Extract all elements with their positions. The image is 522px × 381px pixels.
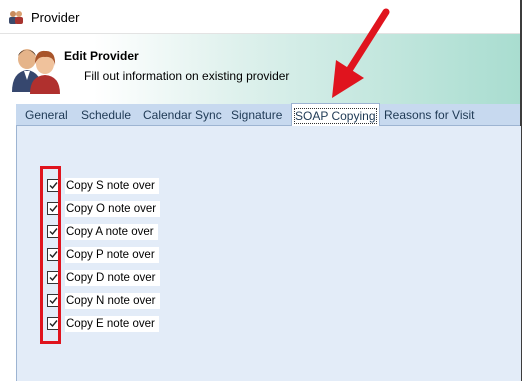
title-bar: Provider — [0, 0, 522, 34]
header-title: Edit Provider — [64, 49, 139, 63]
users-icon — [9, 11, 23, 24]
tab-general[interactable]: General — [25, 104, 68, 126]
checkbox-label: Copy D note over — [65, 270, 160, 286]
checkbox-label: Copy O note over — [65, 201, 161, 217]
checkbox-label: Copy A note over — [65, 224, 158, 240]
red-arrow-icon — [332, 8, 390, 98]
checkbox-label: Copy P note over — [65, 247, 159, 263]
highlight-box — [40, 166, 61, 344]
users-icon — [12, 49, 60, 94]
header-banner: Edit Provider Fill out information on ex… — [0, 34, 520, 104]
window-title: Provider — [31, 10, 80, 25]
checkbox-label: Copy E note over — [65, 316, 159, 332]
checkbox-label: Copy N note over — [65, 293, 160, 309]
tab-reasons-for-visit[interactable]: Reasons for Visit — [384, 104, 475, 126]
header-subtitle: Fill out information on existing provide… — [84, 69, 290, 83]
tab-signature[interactable]: Signature — [231, 104, 282, 126]
tab-calendar-sync[interactable]: Calendar Sync — [143, 104, 222, 126]
tab-soap-copying-label: SOAP Copying — [294, 108, 377, 124]
tab-soap-copying[interactable]: SOAP Copying — [291, 103, 380, 128]
tab-schedule[interactable]: Schedule — [81, 104, 131, 126]
checkbox-label: Copy S note over — [65, 178, 159, 194]
